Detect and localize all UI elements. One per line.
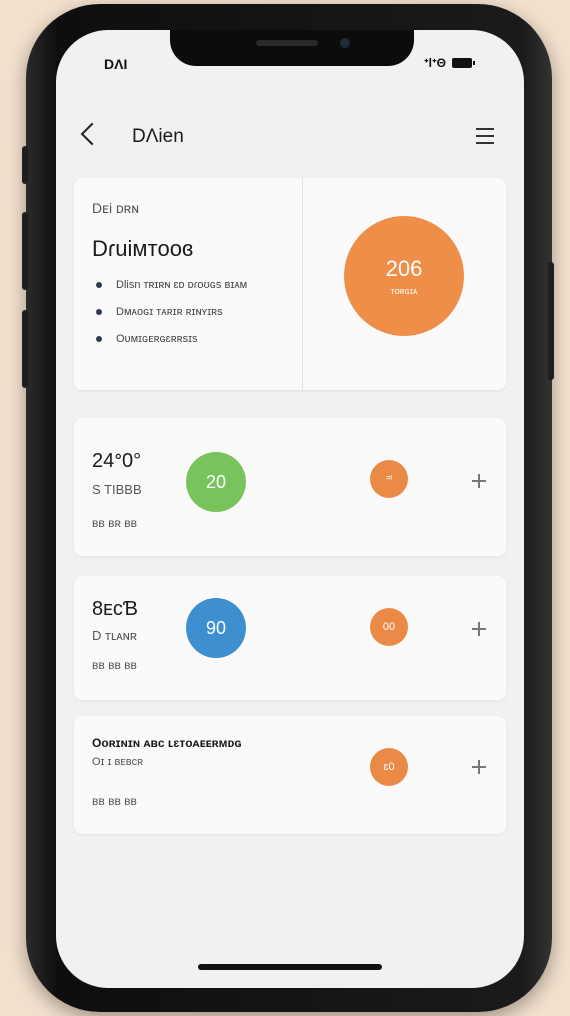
volume-down-button — [22, 310, 28, 388]
list-item-meta: ʙʙ ʙʀ ʙʙ — [92, 516, 138, 530]
summary-card: Dᴇi ᴅʀɴ Dɾuiᴍᴛoᴏɞ Dlisn ᴛʀɪʀɴ ɛᴅ ᴅɾᴏʊɢs … — [74, 178, 506, 390]
bullet-dot-icon — [96, 309, 102, 315]
list-item[interactable]: Oᴏʀɪɴɪɴ ᴀʙᴄ ʟɛᴛᴏᴀᴇᴇʀᴍᴅɢ Oɪ ɪ ʙᴇʙᴄʀ ʙʙ ʙʙ… — [74, 716, 506, 834]
bullet-item: Oᴜᴍɪɢᴇʀɢɛʀʀsɪs — [92, 332, 247, 359]
bullet-item: Dᴍᴀᴏɢɪ ᴛᴀʀɪʀ ʀɪɴʏɪʀs — [92, 305, 247, 332]
bullet-dot-icon — [96, 336, 102, 342]
move-icon[interactable] — [472, 760, 486, 774]
move-icon[interactable] — [472, 622, 486, 636]
mute-switch — [22, 146, 28, 184]
bullet-item: Dlisn ᴛʀɪʀɴ ɛᴅ ᴅɾᴏʊɢs ʙɪᴀᴍ — [92, 278, 247, 305]
page-title: DΛien — [132, 126, 184, 147]
hamburger-menu-icon[interactable] — [476, 128, 494, 144]
summary-score-circle: 206 ᴛᴏʀɢɪᴀ — [344, 216, 464, 336]
status-icons: ᐩlᐩΘ — [424, 56, 476, 70]
list-item-score-circle: 90 — [186, 598, 246, 658]
power-button — [548, 262, 554, 380]
list-item-badge: ɛ0 — [370, 748, 408, 786]
home-indicator[interactable] — [198, 964, 382, 970]
list-item-title: 8ᴇᴄƁ — [92, 598, 139, 620]
bullet-dot-icon — [96, 282, 102, 288]
list-item-subtitle: Oɪ ɪ ʙᴇʙᴄʀ — [92, 756, 144, 768]
list-item-score-circle: 20 — [186, 452, 246, 512]
screen: DΛI ᐩlᐩΘ DΛien Dᴇi ᴅʀɴ Dɾuiᴍᴛoᴏɞ Dlisn ᴛ… — [56, 30, 524, 988]
move-icon[interactable] — [472, 474, 486, 488]
summary-bullet-list: Dlisn ᴛʀɪʀɴ ɛᴅ ᴅɾᴏʊɢs ʙɪᴀᴍ Dᴍᴀᴏɢɪ ᴛᴀʀɪʀ … — [92, 278, 247, 359]
summary-title: Dɾuiᴍᴛoᴏɞ — [92, 236, 194, 261]
list-item-title: Oᴏʀɪɴɪɴ ᴀʙᴄ ʟɛᴛᴏᴀᴇᴇʀᴍᴅɢ — [92, 736, 242, 750]
list-item-subtitle: S TIBBB — [92, 482, 142, 497]
notch — [170, 30, 414, 66]
signal-wifi-icon: ᐩlᐩΘ — [424, 56, 447, 70]
volume-up-button — [22, 212, 28, 290]
list-item-title: 24ᐤ0° — [92, 450, 142, 472]
summary-overline: Dᴇi ᴅʀɴ — [92, 200, 140, 216]
list-item-meta: ʙʙ ʙʙ ʙʙ — [92, 658, 137, 672]
summary-score-label: ᴛᴏʀɢɪᴀ — [390, 286, 418, 296]
list-item-badge: ᵙᶦ — [370, 460, 408, 498]
list-item[interactable]: 8ᴇᴄƁ D ᴛʟᴀɴʀ ʙʙ ʙʙ ʙʙ 90 00 — [74, 576, 506, 700]
chevron-left-icon[interactable] — [80, 122, 104, 146]
list-item-subtitle: D ᴛʟᴀɴʀ — [92, 628, 137, 643]
status-time: DΛI — [104, 56, 128, 72]
summary-divider — [302, 178, 303, 390]
front-camera — [340, 38, 350, 48]
list-item-meta: ʙʙ ʙʙ ʙʙ — [92, 794, 137, 808]
battery-icon — [452, 58, 476, 68]
speaker — [256, 40, 318, 46]
summary-score-value: 206 — [385, 256, 423, 281]
list-item[interactable]: 24ᐤ0° S TIBBB ʙʙ ʙʀ ʙʙ 20 ᵙᶦ — [74, 418, 506, 556]
list-item-badge: 00 — [370, 608, 408, 646]
